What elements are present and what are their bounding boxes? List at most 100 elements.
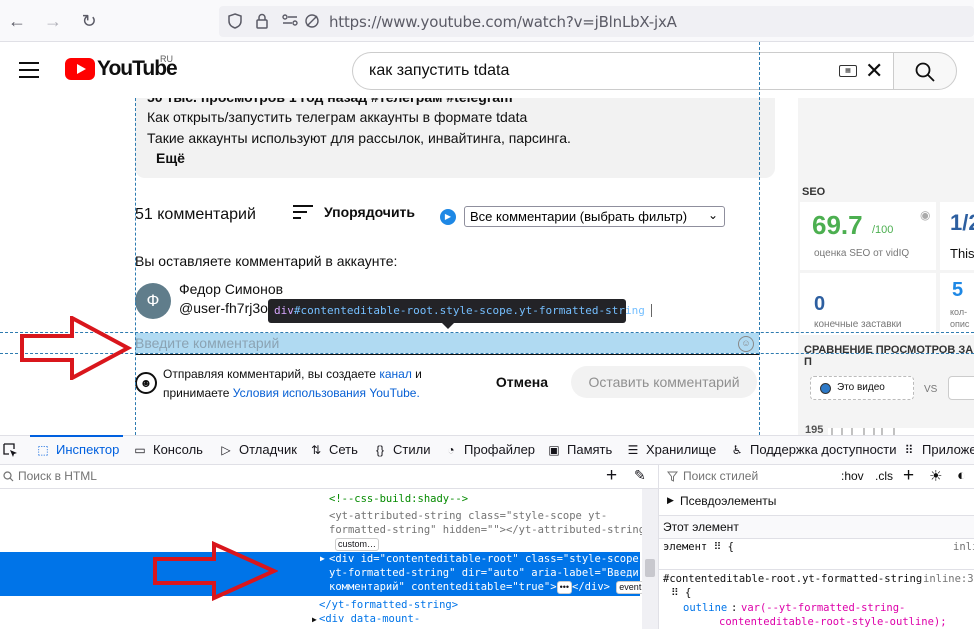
autoplay-blocked-icon[interactable] <box>303 13 321 31</box>
styles-search-input[interactable]: Поиск стилей <box>683 469 758 483</box>
tab-memory[interactable]: ▣ Память <box>547 436 612 464</box>
markup-scrollbar[interactable] <box>642 489 658 629</box>
element-picker-icon[interactable] <box>2 436 18 464</box>
markup-view: <!--css-build:shady--> <yt-attributed-st… <box>0 489 651 629</box>
add-rule-icon[interactable]: + <box>903 465 914 487</box>
emoji-picker-icon[interactable]: ☻ <box>135 372 157 394</box>
tab-debugger[interactable]: ▷ Отладчик <box>219 436 297 464</box>
expand-arrow-icon[interactable]: ▶ <box>320 552 325 567</box>
markup-node[interactable]: </yt-formatted-string> <box>319 598 458 613</box>
channel-link[interactable]: канал <box>379 367 412 381</box>
mini-chart-lines <box>831 428 895 435</box>
lock-icon[interactable] <box>253 13 271 31</box>
partial-card: 1/2 This <box>940 202 974 270</box>
browser-toolbar: ← → ↻ https://www.youtube.com/watch?v=jB… <box>0 0 974 42</box>
memory-icon: ▣ <box>548 443 560 457</box>
show-more-button[interactable]: Ещё <box>156 150 185 166</box>
youtube-header: YouTube RU как запустить tdata ▦ ✕ <box>0 42 974 98</box>
html-search-placeholder: Поиск в HTML <box>18 469 97 483</box>
dark-theme-icon[interactable]: ◐ <box>957 467 966 484</box>
rule-selector[interactable]: #contenteditable-root.yt-formatted-strin… <box>663 573 922 585</box>
filter-selected-value: Все комментарии (выбрать фильтр) <box>470 209 688 224</box>
end-screens-value: 0 <box>814 293 826 315</box>
html-search-input[interactable]: Поиск в HTML + ✎ <box>0 465 658 489</box>
shield-icon[interactable] <box>226 13 244 31</box>
sort-button[interactable]: Упорядочить <box>324 204 415 220</box>
markup-line: yt-formatted-string" dir="auto" aria-lab… <box>329 567 652 579</box>
event-badge[interactable]: event <box>616 581 645 594</box>
eye-icon[interactable]: ◉ <box>920 208 930 222</box>
expand-arrow-icon[interactable]: ▶ <box>667 495 674 506</box>
tab-network[interactable]: ⇅ Сеть <box>309 436 358 464</box>
debugger-icon: ▷ <box>221 443 231 457</box>
accessibility-icon: ♿ <box>731 443 743 457</box>
tooltip-selector: #contenteditable-root.style-scope.yt-for… <box>293 304 645 317</box>
tab-styles[interactable]: {} Стили <box>373 436 430 464</box>
emoji-icon[interactable]: ☺ <box>738 336 754 352</box>
video-description[interactable]: 50 тыс. просмотров 1 год назад #телеграм… <box>135 86 775 178</box>
forward-arrow-icon[interactable]: → <box>41 9 65 33</box>
keyboard-icon[interactable]: ▦ <box>839 65 857 77</box>
rule-source[interactable]: inline:37 <box>923 573 974 585</box>
tab-profiler[interactable]: ◔ Профайлер <box>444 436 535 464</box>
custom-badge[interactable]: custom… <box>335 538 380 551</box>
guide-line <box>0 353 974 354</box>
compare-title: СРАВНЕНИЕ ПРОСМОТРОВ ЗА П <box>804 344 974 368</box>
avatar[interactable]: Ф <box>135 283 171 319</box>
markup-node[interactable]: formatted-string" hidden=""></yt-attribu… <box>329 523 651 538</box>
user-name: Федор Симонов <box>179 281 284 297</box>
search-button[interactable] <box>893 52 957 90</box>
back-arrow-icon[interactable]: ← <box>5 9 29 33</box>
comment-input[interactable]: Введите комментарий <box>135 333 759 353</box>
hover-state-toggle[interactable]: :hov <box>841 469 864 483</box>
menu-icon[interactable] <box>19 62 39 78</box>
tab-accessibility[interactable]: ♿ Поддержка доступности <box>730 436 897 464</box>
eyedropper-icon[interactable]: ✎ <box>634 467 646 484</box>
tab-storage[interactable]: ☰ Хранилище <box>626 436 717 464</box>
comment-filter-select[interactable]: Все комментарии (выбрать фильтр) ⌄ <box>464 206 725 227</box>
url-text[interactable]: https://www.youtube.com/watch?v=jBlnLbX-… <box>329 13 677 31</box>
markup-node[interactable]: <div data-mount- <box>319 612 420 627</box>
pseudo-elements-header[interactable]: Псевдоэлементы <box>680 494 776 508</box>
vs-label: VS <box>924 384 938 395</box>
mini-chart <box>828 428 974 435</box>
ellipsis-badge[interactable]: ••• <box>556 581 573 594</box>
sort-icon[interactable] <box>293 205 313 219</box>
markup-comment[interactable]: <!--css-build:shady--> <box>329 492 468 507</box>
seo-score: 69.7 <box>812 210 863 240</box>
css-value[interactable]: contenteditable-root-style-outline); <box>719 616 947 628</box>
tab-inspector[interactable]: ⬚ Инспектор <box>29 435 124 464</box>
youtube-play-icon <box>65 58 95 80</box>
tab-console[interactable]: ▭ Консоль <box>133 436 203 464</box>
this-video-chip[interactable]: Это видео <box>810 376 914 400</box>
permissions-icon[interactable] <box>281 13 299 31</box>
end-screens-card: 0 конечные заставки <box>800 273 936 335</box>
seo-title: SEO <box>802 186 826 198</box>
url-bar[interactable]: https://www.youtube.com/watch?v=jBlnLbX-… <box>219 6 974 37</box>
tab-apps[interactable]: ⠿ Приложе <box>902 436 974 464</box>
submit-comment-button[interactable]: Оставить комментарий <box>571 366 757 398</box>
search-query[interactable]: как запустить tdata <box>369 62 509 80</box>
rule-source[interactable]: inli <box>953 541 974 553</box>
reload-icon[interactable]: ↻ <box>77 9 101 33</box>
element-rule[interactable]: элемент ⠿ { <box>663 541 734 553</box>
add-node-icon[interactable]: + <box>606 465 617 487</box>
clear-search-icon[interactable]: ✕ <box>865 59 883 83</box>
css-value[interactable]: var(--yt-formatted-string- <box>741 602 905 614</box>
styles-toolbar: Поиск стилей :hov .cls + ☀ ◐ <box>659 465 974 489</box>
rule-divider <box>659 569 974 570</box>
console-icon: ▭ <box>134 443 146 457</box>
seo-label: оценка SEO от vidIQ <box>814 248 910 259</box>
storage-icon: ☰ <box>627 443 639 457</box>
description-line: Такие аккаунты используют для рассылок, … <box>147 130 571 146</box>
cancel-button[interactable]: Отмена <box>490 366 554 398</box>
compare-chip[interactable] <box>948 376 974 400</box>
expand-arrow-icon[interactable]: ▶ <box>312 613 317 628</box>
class-toggle[interactable]: .cls <box>875 469 893 483</box>
search-input[interactable]: как запустить tdata ▦ ✕ <box>352 52 893 90</box>
css-property[interactable]: outline <box>683 602 727 614</box>
selected-markup-node[interactable]: ▶ <div id="contenteditable-root" class="… <box>0 552 651 596</box>
markup-node[interactable]: <yt-attributed-string class="style-scope… <box>329 509 607 524</box>
light-theme-icon[interactable]: ☀ <box>929 467 942 485</box>
terms-link[interactable]: Условия использования YouTube. <box>233 386 420 400</box>
